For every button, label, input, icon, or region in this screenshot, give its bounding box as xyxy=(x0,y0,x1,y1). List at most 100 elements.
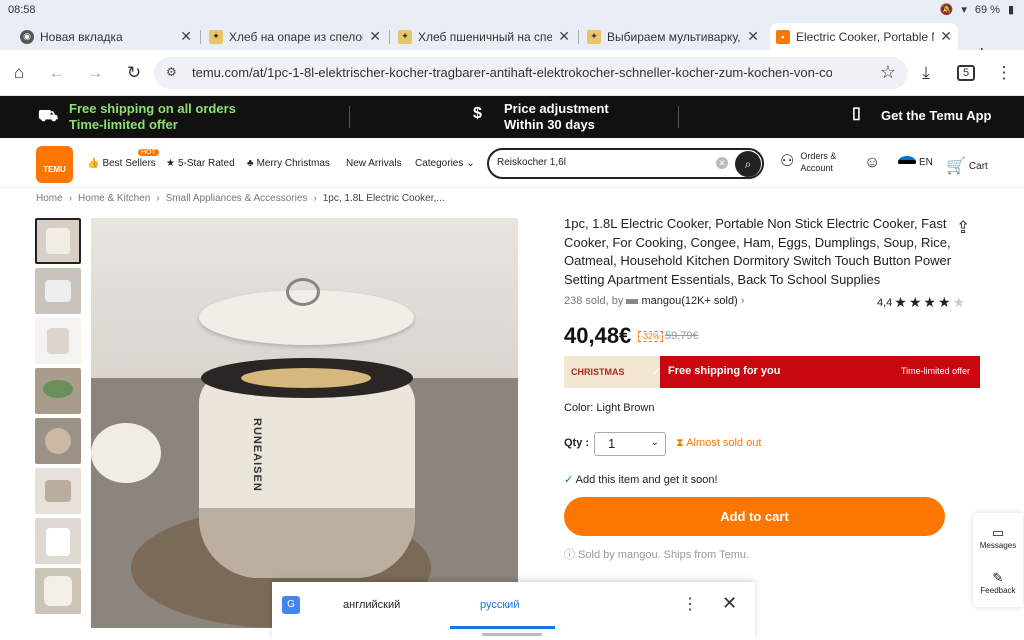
chat-icon: ▭ xyxy=(991,525,1005,540)
product-main-image[interactable]: RUNEAISEN xyxy=(91,218,518,628)
site-icon: ✦ xyxy=(398,29,412,44)
search-box[interactable]: Reiskocher 1,6l ✕ ⌕ xyxy=(487,148,764,179)
search-input[interactable]: Reiskocher 1,6l xyxy=(497,157,566,168)
thumbnail-5[interactable] xyxy=(35,418,81,464)
language-selector[interactable]: EN xyxy=(898,156,933,168)
download-icon[interactable]: ⤓ xyxy=(915,62,937,84)
translate-menu-icon[interactable]: ⋮ xyxy=(682,594,698,614)
price-adjustment-promo[interactable]: Price adjustment Within 30 days xyxy=(504,101,609,133)
status-time: 08:58 xyxy=(8,4,36,16)
chevron-down-icon: ⌄ xyxy=(466,158,475,169)
support-icon[interactable]: ☺ xyxy=(864,154,880,172)
reload-icon[interactable]: ↻ xyxy=(123,62,145,84)
add-note: ✓ Add this item and get it soon! xyxy=(564,474,718,486)
thumbnail-2[interactable] xyxy=(35,268,81,314)
temu-logo[interactable]: TEMU xyxy=(36,146,73,183)
home-icon[interactable]: ⌂ xyxy=(8,62,30,84)
site-icon: ✦ xyxy=(209,29,223,44)
back-icon[interactable]: ← xyxy=(46,62,68,84)
quantity-select[interactable]: 1 ⌄ xyxy=(594,432,666,456)
thumbnail-8[interactable] xyxy=(35,568,81,614)
site-header: TEMU HOT 👍 Best Sellers ★ 5-Star Rated ♣ Me… xyxy=(0,138,1024,188)
language-target[interactable]: русский xyxy=(480,599,519,611)
star-rated-icon: ★ xyxy=(166,158,175,169)
close-tab-icon[interactable]: ✕ xyxy=(369,28,381,45)
tab-title: Новая вкладка xyxy=(40,29,123,44)
nav-new-arrivals[interactable]: New Arrivals xyxy=(346,158,402,169)
share-icon[interactable]: ⇪ xyxy=(956,218,970,238)
breadcrumb-home[interactable]: Home xyxy=(36,193,63,204)
feedback-button[interactable]: ✎ Feedback xyxy=(973,570,1023,595)
time-limited-text: Time-limited offer xyxy=(900,366,970,376)
close-icon[interactable]: ✕ xyxy=(722,593,737,614)
clear-search-icon[interactable]: ✕ xyxy=(716,157,728,169)
thumbnail-3[interactable] xyxy=(35,318,81,364)
thumbnail-6[interactable] xyxy=(35,468,81,514)
language-source[interactable]: английский xyxy=(343,599,400,611)
forward-icon[interactable]: → xyxy=(84,62,106,84)
thumbs-up-icon: 👍 xyxy=(87,158,100,169)
orders-account[interactable]: ⚇ Orders & Account xyxy=(780,150,836,174)
promo-bar: ⛟ Free shipping on all orders Time-limit… xyxy=(0,96,1024,138)
tab-bread-2[interactable]: ✦ Хлеб пшеничный на спело ✕ xyxy=(392,23,576,50)
product-rating[interactable]: 4,4 ★ ★ ★ ★ ★ xyxy=(877,294,965,311)
tab-bar: ◉ Новая вкладка ✕ ✦ Хлеб на опаре из спе… xyxy=(0,20,1024,65)
current-price: 40,48€ xyxy=(564,323,632,348)
free-shipping-banner: CHRISTMAS ✓ Free shipping for you Time-l… xyxy=(564,356,980,388)
star-half-icon: ★ xyxy=(952,294,966,310)
get-app-link[interactable]: Get the Temu App xyxy=(881,108,992,124)
star-icon: ★ xyxy=(937,294,951,310)
user-icon: ⚇ xyxy=(780,153,795,170)
tab-switcher-button[interactable]: 5 xyxy=(955,62,977,84)
seller-link[interactable]: mangou(12K+ sold) xyxy=(641,295,737,307)
thumbnail-4[interactable] xyxy=(35,368,81,414)
qty-label: Qty : xyxy=(564,437,590,449)
temu-favicon-icon: ▪ xyxy=(776,29,790,44)
tab-new[interactable]: ◉ Новая вкладка ✕ xyxy=(14,23,198,50)
edit-icon: ✎ xyxy=(992,570,1004,585)
tab-multicooker[interactable]: ✦ Выбираем мультиварку, с ✕ xyxy=(581,23,765,50)
nav-categories[interactable]: Categories ⌄ xyxy=(415,158,475,169)
chrome-icon: ◉ xyxy=(20,29,34,44)
free-shipping-text: Free shipping for you xyxy=(668,365,781,377)
site-settings-icon[interactable]: ⚙ xyxy=(166,65,177,79)
price-adjust-icon: $ xyxy=(473,105,482,122)
close-tab-icon[interactable]: ✕ xyxy=(558,28,570,45)
check-icon: ✓ xyxy=(652,366,662,378)
bookmark-star-icon[interactable]: ☆ xyxy=(880,62,896,83)
add-to-cart-button[interactable]: Add to cart xyxy=(564,497,945,536)
tab-bread-1[interactable]: ✦ Хлеб на опаре из спелого т ✕ xyxy=(203,23,387,50)
christmas-label: CHRISTMAS xyxy=(564,356,660,388)
nav-five-star[interactable]: ★ 5-Star Rated xyxy=(166,158,235,169)
breadcrumb-home-kitchen[interactable]: Home & Kitchen xyxy=(78,193,150,204)
close-tab-icon[interactable]: ✕ xyxy=(747,28,759,45)
search-icon[interactable]: ⌕ xyxy=(735,151,761,177)
messages-button[interactable]: ▭ Messages xyxy=(973,525,1023,550)
tab-title: Выбираем мультиварку, с xyxy=(607,29,742,44)
side-widget: ▭ Messages ✎ Feedback xyxy=(973,513,1023,607)
tab-temu-active[interactable]: ▪ Electric Cooker, Portable Nor ✕ xyxy=(770,23,958,50)
check-icon: ✓ xyxy=(564,474,574,486)
almost-sold-out: ⧗ Almost sold out xyxy=(676,437,762,449)
close-tab-icon[interactable]: ✕ xyxy=(940,28,952,45)
breadcrumb-small-appliances[interactable]: Small Appliances & Accessories xyxy=(166,193,308,204)
wifi-icon: ▾ xyxy=(961,4,967,16)
hourglass-icon: ⧗ xyxy=(676,437,684,449)
color-label: Color: Light Brown xyxy=(564,402,655,414)
nav-christmas[interactable]: ♣ Merry Christmas xyxy=(247,158,330,169)
nav-best-sellers[interactable]: 👍 Best Sellers xyxy=(87,158,156,169)
status-bar: 08:58 🔕 ▾ 69 % ▮ xyxy=(0,0,1024,20)
brand-on-image: RUNEAISEN xyxy=(251,418,263,492)
thumbnail-1[interactable] xyxy=(35,218,81,264)
flag-icon xyxy=(898,156,916,168)
address-bar[interactable]: ⚙ temu.com/at/1pc-1-8l-elektrischer-koch… xyxy=(154,57,908,89)
close-tab-icon[interactable]: ✕ xyxy=(180,28,192,45)
tab-title: Хлеб на опаре из спелого т xyxy=(229,29,363,44)
original-price: 59,79€ xyxy=(665,330,699,342)
menu-icon[interactable]: ⋮ xyxy=(993,62,1015,84)
cart-link[interactable]: 🛒 Cart xyxy=(946,156,988,176)
site-icon: ✦ xyxy=(587,29,601,44)
thumbnail-7[interactable] xyxy=(35,518,81,564)
free-shipping-promo[interactable]: Free shipping on all orders Time-limited… xyxy=(69,101,236,133)
url-text[interactable]: temu.com/at/1pc-1-8l-elektrischer-kocher… xyxy=(192,65,832,80)
